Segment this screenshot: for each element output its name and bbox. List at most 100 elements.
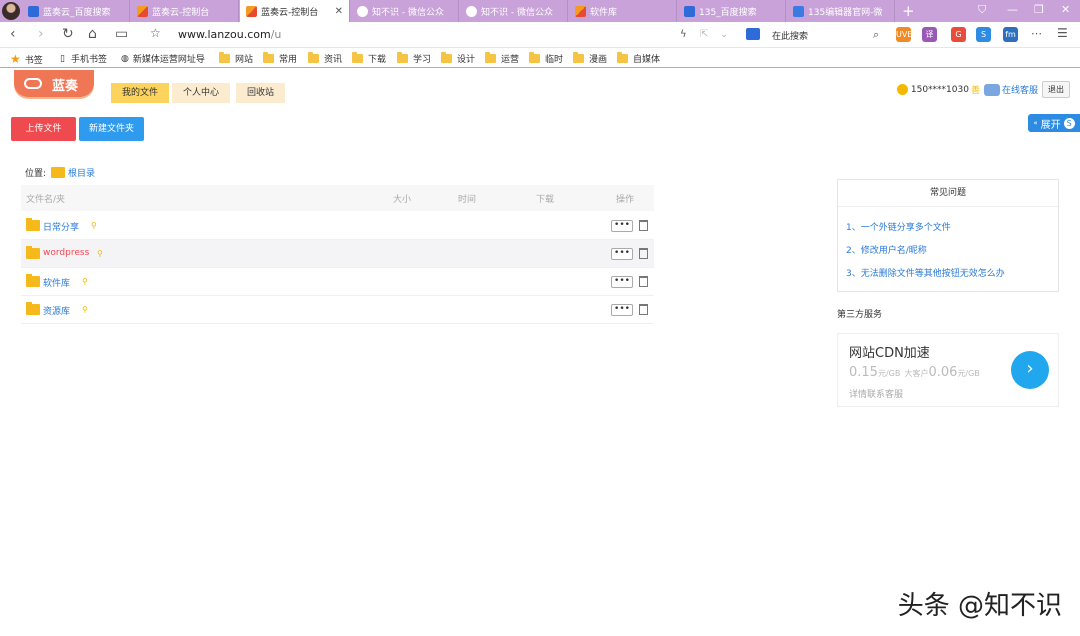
cdn-unit-1: 元/GB	[877, 369, 901, 378]
folder-name-link[interactable]: 资源库	[43, 304, 70, 317]
restore-icon[interactable]: ❐	[1034, 3, 1044, 16]
tab-my-files[interactable]: 我的文件	[111, 83, 170, 103]
tab-recycle-bin[interactable]: 回收站	[236, 83, 286, 103]
cdn-mid-label: 大客户	[904, 369, 929, 378]
baidu-paw-icon[interactable]	[746, 28, 760, 40]
bookmark-label: 新媒体运营网址导	[132, 55, 205, 65]
bookmark-item[interactable]: ★ 书签	[10, 52, 43, 66]
key-icon[interactable]: ⚲	[82, 305, 88, 314]
new-tab-button[interactable]: +	[902, 2, 915, 20]
tab-label: 知不识 - 微信公众	[372, 7, 444, 18]
tab-baidu-search[interactable]: 蓝奏云_百度搜索	[22, 0, 130, 22]
trash-icon[interactable]	[639, 304, 648, 315]
minimize-icon[interactable]: —	[1007, 3, 1018, 16]
bookmark-item[interactable]: 运营	[485, 52, 519, 65]
expand-sidebar-button[interactable]: « 展开 S	[1028, 114, 1080, 132]
trash-icon[interactable]	[639, 276, 648, 287]
extension-translate-icon[interactable]: 译	[922, 27, 937, 42]
table-row[interactable]: 资源库 ⚲ •••	[21, 296, 654, 324]
cdn-price-1: 0.15	[849, 365, 878, 380]
key-icon[interactable]: ⚲	[97, 249, 103, 258]
home-icon[interactable]: ⌂	[88, 26, 97, 42]
bookmark-label: 常用	[279, 55, 298, 65]
wechat-icon	[466, 5, 477, 17]
upload-file-button[interactable]: 上传文件	[11, 117, 76, 141]
bookmark-item[interactable]: 常用	[263, 52, 297, 65]
folder-name-link[interactable]: 日常分享	[43, 220, 79, 233]
new-folder-button[interactable]: 新建文件夹	[79, 117, 144, 141]
bookmark-item[interactable]: 自媒体	[617, 52, 660, 65]
more-icon[interactable]: ⋯	[1031, 27, 1042, 40]
close-icon[interactable]: ✕	[335, 6, 343, 17]
tab-135-search[interactable]: 135_百度搜索	[678, 0, 786, 22]
bookmark-item[interactable]: ◍ 新媒体运营网址导	[121, 52, 205, 66]
reading-mode-icon[interactable]: ▭	[115, 26, 128, 42]
bookmark-item[interactable]: 网站	[219, 52, 253, 65]
forward-icon[interactable]: ›	[38, 26, 44, 42]
bookmark-item[interactable]: 资讯	[308, 52, 342, 65]
trash-icon[interactable]	[639, 248, 648, 259]
tab-personal-center[interactable]: 个人中心	[172, 83, 231, 103]
arrow-right-icon[interactable]: ›	[1011, 351, 1049, 389]
faq-link[interactable]: 2、修改用户名/昵称	[846, 243, 927, 256]
more-actions-button[interactable]: •••	[611, 304, 633, 316]
faq-link[interactable]: 1、一个外链分享多个文件	[846, 220, 951, 233]
search-input[interactable]: 在此搜索	[772, 29, 808, 42]
site-logo[interactable]: 蓝奏	[14, 70, 94, 97]
third-party-title: 第三方服务	[837, 310, 883, 320]
shirt-skin-icon[interactable]: ⛉	[978, 3, 986, 17]
bookmark-item[interactable]: 学习	[397, 52, 431, 65]
window-close-icon[interactable]: ✕	[1061, 3, 1070, 16]
back-icon[interactable]: ‹	[10, 26, 16, 42]
tab-135-editor[interactable]: 135编辑器官网-微	[787, 0, 895, 22]
lightning-icon[interactable]: ϟ	[680, 29, 687, 40]
tab-lanzou-console-active[interactable]: 蓝奏云-控制台 ✕	[240, 0, 350, 22]
trash-icon[interactable]	[639, 220, 648, 231]
dropdown-chevron-icon[interactable]: ⌄	[720, 29, 728, 40]
key-icon[interactable]: ⚲	[82, 277, 88, 286]
more-actions-button[interactable]: •••	[611, 276, 633, 288]
table-row[interactable]: 软件库 ⚲ •••	[21, 268, 654, 296]
tab-lanzou-console[interactable]: 蓝奏云-控制台	[131, 0, 239, 22]
more-actions-button[interactable]: •••	[611, 220, 633, 232]
search-icon[interactable]: ⌕	[873, 28, 879, 42]
tab-label: 蓝奏云-控制台	[261, 7, 319, 18]
tab-wechat-article[interactable]: 知不识 - 微信公众	[351, 0, 459, 22]
folder-icon	[26, 302, 40, 315]
share-icon[interactable]: ⇱	[700, 29, 708, 40]
logout-button[interactable]: 退出	[1042, 81, 1070, 98]
table-row[interactable]: wordpress ⚲ •••	[21, 240, 654, 268]
bookmark-item[interactable]: 临时	[529, 52, 563, 65]
key-icon[interactable]: ⚲	[91, 221, 97, 230]
folder-name-link[interactable]: 软件库	[43, 276, 70, 289]
bookmark-item[interactable]: 下载	[352, 52, 386, 65]
folder-name-link[interactable]: wordpress	[43, 248, 89, 258]
bookmark-item[interactable]: ▯ 手机书签	[60, 52, 107, 66]
folder-icon	[573, 52, 584, 63]
tab-wechat-article[interactable]: 知不识 - 微信公众	[460, 0, 568, 22]
globe-icon: ◍	[121, 53, 129, 64]
reload-icon[interactable]: ↻	[62, 26, 74, 42]
extension-uve-icon[interactable]: UVE	[896, 27, 912, 42]
extension-g-icon[interactable]: G	[951, 27, 966, 42]
root-directory-link[interactable]: 根目录	[68, 166, 95, 179]
faq-link[interactable]: 3、无法删除文件等其他按钮无效怎么办	[846, 266, 1005, 279]
cdn-promo-card[interactable]: 网站CDN加速 0.15元/GB 大客户0.06元/GB 详情联系客服 ›	[837, 333, 1059, 407]
bookmark-item[interactable]: 设计	[441, 52, 475, 65]
table-row[interactable]: 日常分享 ⚲ •••	[21, 212, 654, 240]
menu-icon[interactable]: ☰	[1057, 26, 1068, 40]
faq-title: 常见问题	[838, 180, 1058, 207]
extension-s-icon[interactable]: S	[976, 27, 991, 42]
folder-icon	[529, 52, 540, 63]
url-field[interactable]: www.lanzou.com/u	[178, 28, 281, 41]
more-actions-button[interactable]: •••	[611, 248, 633, 260]
bookmark-item[interactable]: 漫画	[573, 52, 607, 65]
bookmark-star-icon[interactable]: ☆	[150, 26, 161, 40]
online-support-link[interactable]: 在线客服	[1002, 83, 1038, 96]
tab-label: 知不识 - 微信公众	[481, 7, 553, 18]
extension-fm-icon[interactable]: fm	[1003, 27, 1018, 42]
tab-software-library[interactable]: 软件库	[569, 0, 677, 22]
profile-avatar[interactable]	[2, 2, 20, 20]
coin-icon: 善	[970, 86, 980, 96]
bookmark-label: 自媒体	[633, 55, 661, 65]
